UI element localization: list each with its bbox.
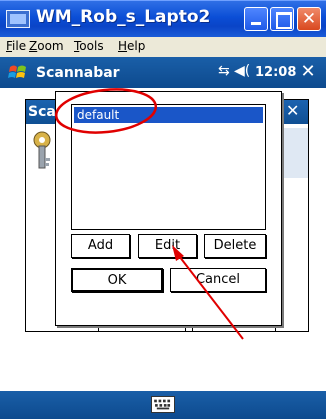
connectivity-icon[interactable]: ⇆ bbox=[218, 63, 230, 79]
maximize-icon bbox=[276, 12, 292, 29]
profile-dialog: default Add Edit Delete OK Cancel bbox=[55, 91, 282, 326]
emulator-window-icon bbox=[6, 10, 30, 28]
profile-list[interactable]: default bbox=[71, 104, 266, 230]
cancel-button[interactable]: Cancel bbox=[170, 268, 266, 292]
maximize-button[interactable] bbox=[270, 7, 294, 31]
delete-button[interactable]: Delete bbox=[204, 234, 266, 258]
menu-zoom[interactable]: Zoom bbox=[29, 39, 64, 53]
minimize-button[interactable] bbox=[244, 7, 268, 31]
menu-bar: File Zoom Tools Help bbox=[0, 37, 326, 57]
list-item[interactable]: default bbox=[74, 107, 263, 123]
ok-button[interactable]: OK bbox=[71, 268, 163, 292]
device-menu-bar bbox=[0, 391, 326, 419]
add-button[interactable]: Add bbox=[71, 234, 130, 258]
emulator-title-bar: WM_Rob_s_Lapto2 ✕ bbox=[0, 0, 326, 37]
close-button[interactable]: ✕ bbox=[297, 7, 321, 31]
windows-start-icon[interactable] bbox=[8, 63, 28, 83]
menu-file[interactable]: File bbox=[6, 39, 26, 53]
device-taskbar: Scannabar ⇆ ◀( 12:08 ✕ bbox=[0, 57, 326, 88]
minimize-icon bbox=[251, 22, 261, 25]
keyboard-icon[interactable] bbox=[151, 396, 175, 413]
background-window-title: Sca bbox=[28, 104, 56, 120]
clock[interactable]: 12:08 bbox=[255, 65, 296, 80]
close-icon: ✕ bbox=[301, 9, 317, 29]
menu-help[interactable]: Help bbox=[118, 39, 145, 53]
window-title: WM_Rob_s_Lapto2 bbox=[36, 7, 211, 27]
app-close-button[interactable]: ✕ bbox=[296, 61, 320, 83]
background-close-icon[interactable]: ✕ bbox=[286, 101, 299, 120]
app-title: Scannabar bbox=[36, 65, 120, 81]
edit-button[interactable]: Edit bbox=[138, 234, 197, 258]
keys-icon bbox=[33, 131, 51, 169]
menu-tools[interactable]: Tools bbox=[74, 39, 104, 53]
volume-icon[interactable]: ◀( bbox=[234, 63, 250, 79]
